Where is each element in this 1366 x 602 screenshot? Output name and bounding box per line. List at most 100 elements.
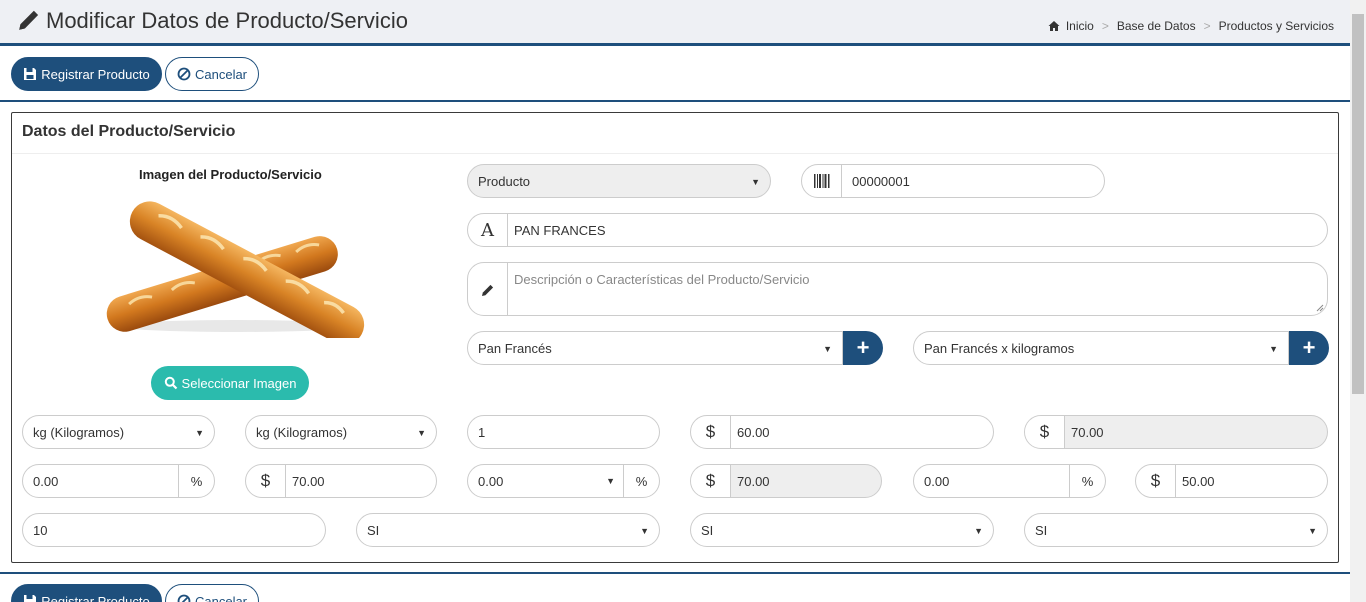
presentation-select[interactable]: Pan Francés x kilogramos ▼ (913, 331, 1289, 365)
search-icon (164, 376, 177, 390)
dollar-icon: $ (246, 465, 286, 497)
option-2-value: SI (701, 522, 714, 538)
panel-separator (12, 153, 1338, 154)
product-data-panel: Datos del Producto/Servicio Imagen del P… (11, 112, 1339, 563)
chevron-down-icon: ▼ (606, 476, 615, 486)
vertical-scrollbar[interactable] (1350, 0, 1366, 602)
sale-unit-value: kg (Kilogramos) (256, 424, 348, 440)
ban-icon (177, 67, 191, 81)
chevron-down-icon: ▼ (1269, 344, 1278, 354)
purchase-price-value: 60.00 (737, 424, 770, 440)
register-product-label: Registrar Producto (41, 66, 150, 82)
breadcrumb-home[interactable]: Inicio (1066, 19, 1094, 33)
register-product-label: Registrar Producto (41, 593, 150, 602)
toolbar-divider (0, 100, 1350, 102)
type-select-value: Producto (478, 173, 531, 189)
resize-handle-icon[interactable] (1316, 304, 1324, 312)
scrollbar-thumb[interactable] (1352, 14, 1364, 394)
save-icon (24, 68, 37, 80)
sale-unit-select[interactable]: kg (Kilogramos) ▼ (245, 415, 437, 449)
chevron-down-icon: ▼ (195, 428, 204, 438)
breadcrumb-separator: > (1101, 19, 1109, 33)
cancel-button[interactable]: Cancelar (165, 57, 259, 91)
breadcrumb: Inicio > Base de Datos > Productos y Ser… (1048, 19, 1334, 33)
name-input[interactable]: A PAN FRANCES (467, 213, 1328, 247)
register-product-button[interactable]: Registrar Producto (11, 57, 162, 91)
pencil-icon (468, 263, 508, 315)
page-title: Modificar Datos de Producto/Servicio (46, 8, 408, 33)
breadcrumb-database[interactable]: Base de Datos (1117, 19, 1196, 33)
stock-minimum-input[interactable]: 10 (22, 513, 326, 547)
select-image-button[interactable]: Seleccionar Imagen (151, 366, 309, 400)
percent-icon: % (623, 465, 659, 497)
plus-icon: + (1302, 335, 1316, 360)
product-image (106, 201, 365, 338)
chevron-down-icon: ▼ (417, 428, 426, 438)
add-category-button[interactable]: + (843, 331, 883, 365)
quantity-input[interactable]: 1 (467, 415, 660, 449)
purchase-unit-select[interactable]: kg (Kilogramos) ▼ (22, 415, 215, 449)
dollar-icon: $ (691, 465, 731, 497)
purchase-total-value: 70.00 (1071, 424, 1104, 440)
discount-value: 0.00 (33, 473, 59, 489)
final-price-input: $ 70.00 (690, 464, 882, 498)
register-product-button-bottom[interactable]: Registrar Producto (11, 584, 162, 602)
cancel-label: Cancelar (194, 593, 248, 602)
tax-value: 0.00 (478, 473, 504, 489)
breadcrumb-separator: > (1203, 19, 1211, 33)
stock-minimum-value: 10 (33, 522, 48, 538)
option-select-2[interactable]: SI ▼ (690, 513, 994, 547)
minimum-price-input[interactable]: $ 50.00 (1135, 464, 1328, 498)
plus-icon: + (856, 335, 870, 360)
option-3-value: SI (1035, 522, 1048, 538)
code-input[interactable]: 00000001 (801, 164, 1105, 198)
quantity-value: 1 (478, 424, 486, 440)
chevron-down-icon: ▼ (823, 344, 832, 354)
code-value: 00000001 (852, 173, 910, 189)
presentation-value: Pan Francés x kilogramos (924, 340, 1075, 356)
discount-input[interactable]: 0.00 % (22, 464, 215, 498)
category-select[interactable]: Pan Francés ▼ (467, 331, 843, 365)
dollar-icon: $ (691, 416, 731, 448)
save-icon (24, 595, 37, 602)
ban-icon (177, 594, 191, 602)
select-image-label: Seleccionar Imagen (181, 375, 297, 391)
option-select-1[interactable]: SI ▼ (356, 513, 660, 547)
chevron-down-icon: ▼ (640, 526, 649, 536)
percent-icon: % (178, 465, 214, 497)
percent-icon: % (1069, 465, 1105, 497)
font-icon: A (468, 214, 508, 246)
sale-price-value: 70.00 (292, 473, 325, 489)
sale-price-input[interactable]: $ 70.00 (245, 464, 437, 498)
home-icon (1048, 21, 1060, 31)
panel-title: Datos del Producto/Servicio (22, 123, 236, 140)
purchase-price-input[interactable]: $ 60.00 (690, 415, 994, 449)
breadcrumb-products: Productos y Servicios (1218, 19, 1334, 33)
category-value: Pan Francés (478, 340, 552, 356)
page-header: Modificar Datos de Producto/Servicio Ini… (0, 0, 1350, 46)
description-textarea[interactable]: Descripción o Características del Produc… (467, 262, 1328, 316)
cancel-button-bottom[interactable]: Cancelar (165, 584, 259, 602)
pencil-icon (19, 10, 39, 30)
barcode-icon (802, 165, 842, 197)
chevron-down-icon: ▼ (974, 526, 983, 536)
cancel-label: Cancelar (194, 66, 248, 82)
type-select[interactable]: Producto ▼ (467, 164, 771, 198)
purchase-total-input: $ 70.00 (1024, 415, 1328, 449)
purchase-unit-value: kg (Kilogramos) (33, 424, 125, 440)
tax-select[interactable]: 0.00 ▼ % (467, 464, 660, 498)
bottom-divider (0, 572, 1350, 574)
percentage-input[interactable]: 0.00 % (913, 464, 1106, 498)
minimum-price-value: 50.00 (1182, 473, 1215, 489)
description-placeholder: Descripción o Características del Produc… (514, 272, 810, 287)
option-select-3[interactable]: SI ▼ (1024, 513, 1328, 547)
dollar-icon: $ (1136, 465, 1176, 497)
chevron-down-icon: ▼ (751, 177, 760, 187)
chevron-down-icon: ▼ (1308, 526, 1317, 536)
percentage-value: 0.00 (924, 473, 950, 489)
add-presentation-button[interactable]: + (1289, 331, 1329, 365)
dollar-icon: $ (1025, 416, 1065, 448)
name-value: PAN FRANCES (514, 222, 606, 238)
final-price-value: 70.00 (737, 473, 770, 489)
image-label: Imagen del Producto/Servicio (139, 167, 322, 182)
